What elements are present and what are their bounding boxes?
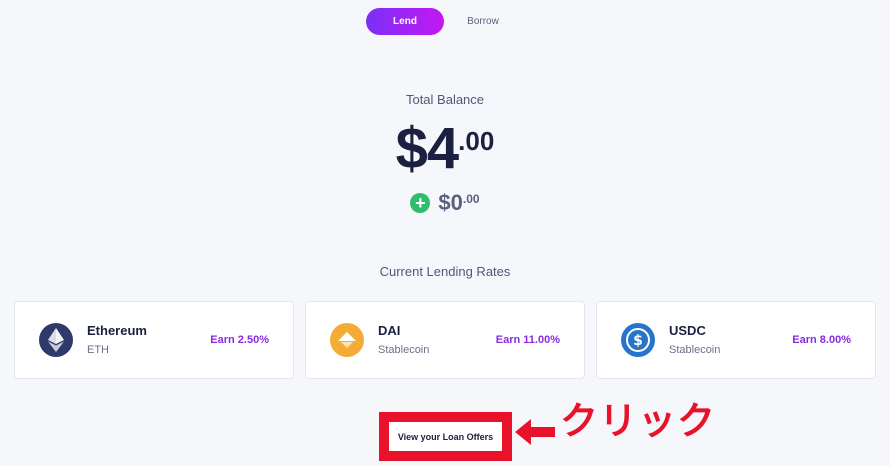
earn-rate: Earn 8.00%	[792, 334, 851, 346]
coin-name: DAI	[378, 323, 401, 338]
pending-balance: + $0 .00	[0, 190, 890, 216]
coin-subtitle: Stablecoin	[378, 344, 430, 356]
coin-subtitle: ETH	[87, 344, 109, 356]
rate-card-dai[interactable]: DAI Stablecoin Earn 11.00%	[305, 301, 585, 379]
borrow-tab[interactable]: Borrow	[444, 8, 522, 35]
usdc-icon: $	[621, 323, 655, 357]
arrow-left-icon	[515, 419, 555, 445]
rate-cards: Ethereum ETH Earn 2.50% DAI Stablecoin E…	[14, 301, 876, 379]
earn-rate: Earn 2.50%	[210, 334, 269, 346]
earn-rate: Earn 11.00%	[495, 334, 560, 346]
lending-rates-label: Current Lending Rates	[379, 264, 511, 279]
view-loan-offers-button[interactable]: View your Loan Offers	[389, 422, 502, 451]
click-annotation: クリック	[560, 399, 717, 443]
pending-integer: $0	[438, 190, 463, 215]
ethereum-icon	[39, 323, 73, 357]
coin-name: USDC	[669, 323, 706, 338]
coin-subtitle: Stablecoin	[669, 344, 721, 356]
highlight-box: View your Loan Offers	[379, 412, 512, 461]
plus-circle-icon: +	[410, 193, 431, 213]
lending-page: Lend Borrow Total Balance $4 .00 + $0 .0…	[0, 0, 890, 466]
total-balance-label: Total Balance	[405, 92, 485, 107]
dai-icon	[330, 323, 364, 357]
svg-text:$: $	[633, 333, 643, 349]
pending-decimal: .00	[462, 192, 480, 206]
lend-tab[interactable]: Lend	[366, 8, 444, 35]
rate-card-ethereum[interactable]: Ethereum ETH Earn 2.50%	[14, 301, 294, 379]
coin-name: Ethereum	[87, 323, 147, 338]
balance-decimal: .00	[458, 126, 495, 156]
rate-card-usdc[interactable]: $ USDC Stablecoin Earn 8.00%	[596, 301, 876, 379]
balance-integer: $4	[395, 116, 460, 181]
lend-borrow-toggle: Lend Borrow	[366, 8, 522, 35]
total-balance-value: $4 .00	[0, 118, 890, 180]
